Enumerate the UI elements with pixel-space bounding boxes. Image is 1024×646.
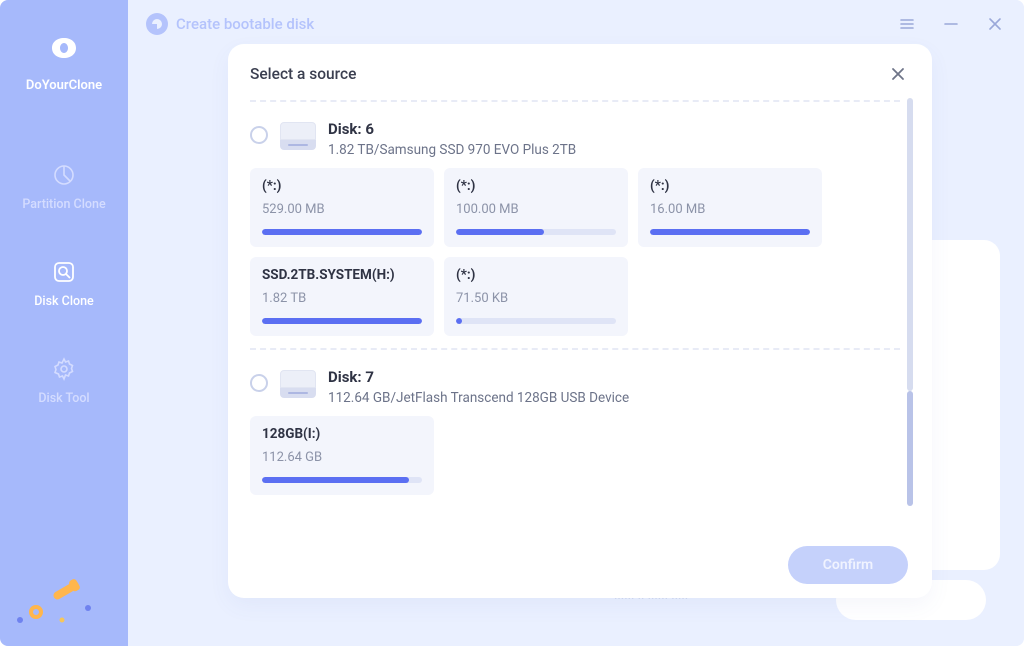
divider — [250, 348, 900, 350]
brand: DoYourClone — [26, 28, 102, 93]
sidebar-item-label: Disk Clone — [34, 294, 94, 309]
sidebar-item-disk-tool[interactable]: Disk Tool — [38, 357, 89, 406]
partition-size: 71.50 KB — [456, 291, 616, 306]
partition-size: 16.00 MB — [650, 202, 810, 217]
sidebar-item-partition-clone[interactable]: Partition Clone — [22, 163, 105, 212]
disk-header: Disk: 6 1.82 TB/Samsung SSD 970 EVO Plus… — [250, 114, 900, 168]
disk-header: Disk: 7 112.64 GB/JetFlash Transcend 128… — [250, 362, 900, 416]
disk-radio[interactable] — [250, 374, 268, 392]
sidebar-item-disk-clone[interactable]: Disk Clone — [34, 260, 94, 309]
app-window: DoYourClone Partition Clone Disk Clone D… — [0, 0, 1024, 646]
confirm-button[interactable]: Confirm — [788, 546, 908, 584]
partition-label: SSD.2TB.SYSTEM(H:) — [262, 267, 422, 283]
sidebar: DoYourClone Partition Clone Disk Clone D… — [0, 0, 128, 646]
window-title: Create bootable disk — [176, 15, 314, 33]
partition-label: 128GB(I:) — [262, 426, 422, 442]
minimize-button[interactable] — [940, 13, 962, 35]
scrollbar[interactable] — [906, 98, 914, 542]
partition-card[interactable]: 128GB(I:) 112.64 GB — [250, 416, 434, 495]
disk-radio[interactable] — [250, 126, 268, 144]
partition-size: 529.00 MB — [262, 202, 422, 217]
main-area: Create bootable disk ······ ·· ······ ··… — [128, 0, 1024, 646]
partition-card[interactable]: (*:) 71.50 KB — [444, 257, 628, 336]
menu-button[interactable] — [896, 13, 918, 35]
titlebar: Create bootable disk — [128, 0, 1024, 40]
partition-size: 100.00 MB — [456, 202, 616, 217]
partition-card[interactable]: (*:) 100.00 MB — [444, 168, 628, 247]
brand-logo-icon — [44, 28, 84, 68]
disk-desc: 112.64 GB/JetFlash Transcend 128GB USB D… — [328, 390, 629, 406]
modal-title: Select a source — [250, 65, 356, 83]
partition-label: (*:) — [456, 267, 616, 283]
disk-list: Disk: 6 1.82 TB/Samsung SSD 970 EVO Plus… — [250, 98, 900, 542]
partition-card[interactable]: (*:) 529.00 MB — [250, 168, 434, 247]
hdd-icon — [280, 122, 316, 150]
app-title-icon — [146, 13, 168, 35]
disk-name: Disk: 7 — [328, 368, 629, 386]
brand-name: DoYourClone — [26, 78, 102, 93]
disk-desc: 1.82 TB/Samsung SSD 970 EVO Plus 2TB — [328, 142, 576, 158]
window-title-group: Create bootable disk — [146, 13, 314, 35]
disk-search-icon — [52, 260, 76, 284]
modal-close-button[interactable] — [886, 62, 910, 86]
partition-size: 112.64 GB — [262, 450, 422, 465]
disk-name: Disk: 6 — [328, 120, 576, 138]
confirm-label: Confirm — [823, 557, 873, 573]
key-decoration-icon — [10, 572, 100, 628]
gear-icon — [52, 357, 76, 381]
hdd-icon — [280, 370, 316, 398]
nav: Partition Clone Disk Clone Disk Tool — [0, 163, 128, 406]
partition-card[interactable]: (*:) 16.00 MB — [638, 168, 822, 247]
partition-label: (*:) — [650, 178, 810, 194]
modal-body: Disk: 6 1.82 TB/Samsung SSD 970 EVO Plus… — [250, 98, 918, 542]
partition-label: (*:) — [262, 178, 422, 194]
partition-row: (*:) 529.00 MB (*:) 100.00 MB (*:) 16.00… — [250, 168, 900, 336]
partition-row: 128GB(I:) 112.64 GB — [250, 416, 900, 495]
close-button[interactable] — [984, 13, 1006, 35]
select-source-modal: Select a source Disk: 6 1.82 TB/Sams — [228, 44, 932, 598]
partition-label: (*:) — [456, 178, 616, 194]
sidebar-item-label: Disk Tool — [38, 391, 89, 406]
divider — [250, 100, 900, 102]
pie-icon — [52, 163, 76, 187]
sidebar-item-label: Partition Clone — [22, 197, 105, 212]
partition-card[interactable]: SSD.2TB.SYSTEM(H:) 1.82 TB — [250, 257, 434, 336]
partition-size: 1.82 TB — [262, 291, 422, 306]
